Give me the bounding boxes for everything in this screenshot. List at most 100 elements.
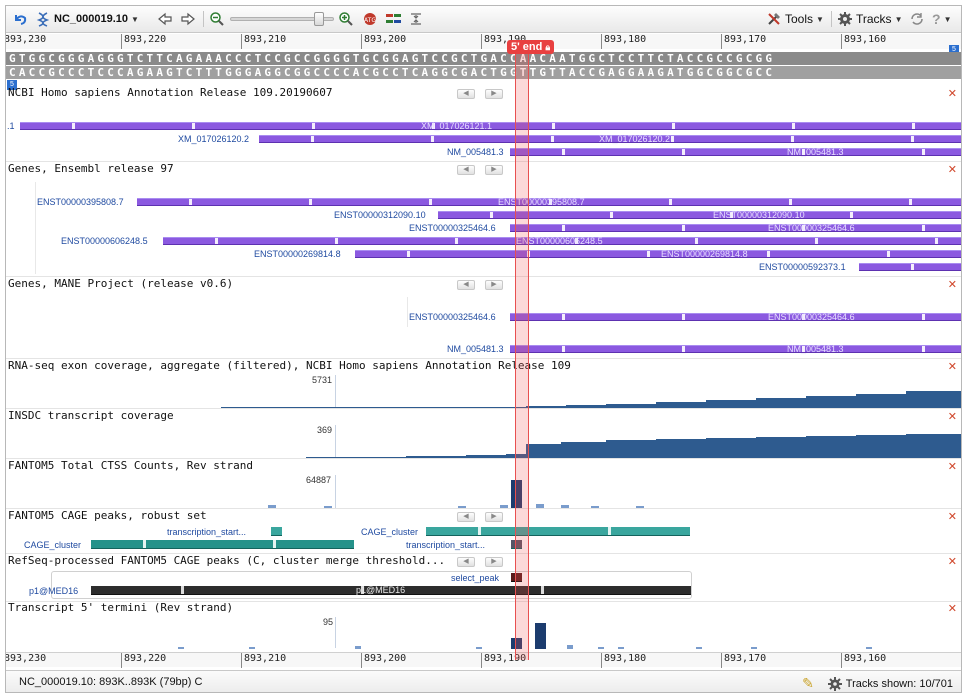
arrow-left-icon bbox=[158, 12, 172, 26]
location-readout: NC_000019.10: 893K..893K (79bp) C bbox=[19, 676, 203, 688]
prev-feature-button[interactable]: ◀ bbox=[457, 557, 475, 567]
rnaseq-coverage-graph bbox=[221, 391, 961, 408]
cage-peak-feature[interactable] bbox=[271, 527, 282, 536]
reload-icon bbox=[911, 13, 923, 25]
ruler-tick: 893,170 bbox=[721, 653, 766, 668]
feature-label: NM_005481.3 bbox=[787, 344, 844, 354]
track-title-refseq-cage: RefSeq-processed FANTOM5 CAGE peaks (C, … bbox=[8, 554, 446, 567]
feature-nm-005481[interactable]: NM_005481.3 bbox=[510, 147, 961, 157]
bottom-ruler: 893,230 893,220 893,210 893,200 893,190 … bbox=[5, 652, 961, 668]
sequence-view-button[interactable]: ATG bbox=[362, 10, 378, 28]
accession-label: NC_000019.10 bbox=[54, 13, 129, 25]
ruler-tick: 893,170 bbox=[721, 34, 766, 49]
feature-label: ENST00000325464.6 bbox=[768, 223, 855, 233]
track-nav-refseq-cage: ◀ ▶ bbox=[457, 557, 503, 567]
tracks-shown-count[interactable]: Tracks shown: 10/701 bbox=[846, 678, 953, 690]
feature-label: transcription_start... bbox=[406, 540, 486, 550]
zoom-slider[interactable] bbox=[230, 10, 334, 28]
five-prime-end-highlight bbox=[515, 50, 529, 660]
help-menu[interactable]: ? ▼ bbox=[932, 10, 951, 28]
ruler-tick: 893,210 bbox=[241, 34, 286, 49]
zoom-slider-handle[interactable] bbox=[314, 12, 324, 26]
cage-peak-p1-med16[interactable]: p1@MED16 bbox=[91, 585, 691, 595]
tools-menu[interactable]: Tools ▼ bbox=[766, 10, 824, 28]
close-icon[interactable]: ✕ bbox=[948, 410, 957, 423]
feature-label: ENST00000325464.6 bbox=[768, 312, 855, 322]
ruler-tick: 893,220 bbox=[121, 653, 166, 668]
cage-cluster-feature[interactable] bbox=[91, 540, 354, 549]
chevron-down-icon: ▼ bbox=[894, 14, 903, 24]
close-icon[interactable]: ✕ bbox=[948, 602, 957, 615]
ruler-tick: 893,230 bbox=[5, 653, 47, 664]
chevron-down-icon: ▼ bbox=[131, 14, 139, 24]
close-icon[interactable]: ✕ bbox=[948, 163, 957, 176]
feature-xm-017026120[interactable]: XM_017026120.2 bbox=[259, 134, 961, 144]
toolbar: NC_000019.10 ▼ ATG Tools ▼ Tracks ▼ ? ▼ bbox=[6, 6, 961, 33]
feature-mane-nm-005481[interactable]: NM_005481.3 bbox=[510, 344, 961, 354]
next-feature-button[interactable]: ▶ bbox=[485, 557, 503, 567]
undo-button[interactable] bbox=[12, 10, 28, 28]
reload-button[interactable] bbox=[909, 10, 925, 28]
collapse-icon bbox=[411, 13, 421, 25]
ruler-tick: 893,210 bbox=[241, 653, 286, 668]
prev-feature-button[interactable]: ◀ bbox=[457, 89, 475, 99]
next-feature-button[interactable]: ▶ bbox=[485, 165, 503, 175]
next-feature-button[interactable]: ▶ bbox=[485, 512, 503, 522]
edit-icon[interactable]: ✎ bbox=[802, 675, 814, 692]
feature-label: CAGE_cluster bbox=[24, 540, 82, 550]
ruler-tick: 893,160 bbox=[841, 653, 886, 668]
close-icon[interactable]: ✕ bbox=[948, 87, 957, 100]
feature-label: transcription_start... bbox=[167, 527, 247, 537]
lock-icon: 🔒︎ bbox=[545, 42, 551, 52]
track-title-termini: Transcript 5' termini (Rev strand) bbox=[8, 601, 234, 614]
tools-label: Tools bbox=[785, 12, 814, 26]
alignment-button[interactable] bbox=[385, 10, 403, 28]
feature-label: NM_005481.3 bbox=[447, 147, 504, 157]
feature-label: NM_005481.3 bbox=[787, 147, 844, 157]
track-title-rnaseq: RNA-seq exon coverage, aggregate (filter… bbox=[8, 359, 571, 372]
ruler-tick: 893,180 bbox=[601, 653, 646, 668]
track-title-mane: Genes, MANE Project (release v0.6) bbox=[8, 277, 234, 290]
prev-feature-button[interactable]: ◀ bbox=[457, 512, 475, 522]
ruler-tick: 893,200 bbox=[361, 653, 406, 668]
feature-enst00000592373[interactable] bbox=[859, 263, 961, 271]
close-icon[interactable]: ✕ bbox=[948, 555, 957, 568]
feature-enst00000325464[interactable]: ENST00000325464.6 bbox=[510, 223, 961, 233]
close-icon[interactable]: ✕ bbox=[948, 460, 957, 473]
prev-feature-button[interactable]: ◀ bbox=[457, 280, 475, 290]
undo-icon bbox=[15, 15, 27, 25]
gear-icon[interactable] bbox=[827, 676, 842, 691]
chevron-down-icon: ▼ bbox=[943, 14, 952, 24]
close-icon[interactable]: ✕ bbox=[948, 278, 957, 291]
feature-enst00000269814[interactable]: ENST00000269814.8 bbox=[355, 249, 961, 259]
pan-right-button[interactable] bbox=[180, 10, 196, 28]
ruler-tick: 893,160 bbox=[841, 34, 886, 49]
next-feature-button[interactable]: ▶ bbox=[485, 280, 503, 290]
zoom-out-button[interactable] bbox=[209, 10, 225, 28]
feature-label: ENST00000395808.7 bbox=[498, 197, 585, 207]
feature-xm-017026121[interactable]: XM_017026121.1 bbox=[20, 121, 961, 131]
pan-left-button[interactable] bbox=[157, 10, 173, 28]
cage-cluster-feature[interactable] bbox=[426, 527, 690, 536]
ruler-tick: 893,220 bbox=[121, 34, 166, 49]
feature-mane-enst00000325464[interactable]: ENST00000325464.6 bbox=[510, 312, 961, 322]
ctss-count-graph bbox=[268, 480, 644, 508]
feature-enst00000606248[interactable]: ENST00000606248.5 bbox=[163, 236, 961, 246]
zoom-out-icon bbox=[210, 12, 224, 26]
track-nav-mane: ◀ ▶ bbox=[457, 280, 503, 290]
close-icon[interactable]: ✕ bbox=[948, 360, 957, 373]
sequence-switcher[interactable]: NC_000019.10 ▼ bbox=[36, 10, 139, 28]
reverse-sequence: CACCGCCCTCCCAGAAGTCTTTGGGAGGCGGCCCCACGCC… bbox=[6, 66, 961, 79]
feature-label: ENST00000269814.8 bbox=[661, 249, 748, 259]
feature-enst00000395808[interactable]: ENST00000395808.7 bbox=[137, 197, 961, 207]
top-ruler: 893,230 893,220 893,210 893,200 893,190 … bbox=[6, 34, 961, 49]
track-title-ncbi: NCBI Homo sapiens Annotation Release 109… bbox=[8, 86, 333, 99]
genome-viewer: NC_000019.10 ▼ ATG Tools ▼ Tracks ▼ ? ▼ … bbox=[5, 5, 962, 693]
five-prime-end-marker[interactable]: 5' end 🔒︎ bbox=[507, 40, 555, 54]
close-icon[interactable]: ✕ bbox=[948, 510, 957, 523]
next-feature-button[interactable]: ▶ bbox=[485, 89, 503, 99]
zoom-in-button[interactable] bbox=[338, 10, 354, 28]
prev-feature-button[interactable]: ◀ bbox=[457, 165, 475, 175]
tracks-menu[interactable]: Tracks ▼ bbox=[837, 10, 902, 28]
collapse-button[interactable] bbox=[409, 10, 423, 28]
